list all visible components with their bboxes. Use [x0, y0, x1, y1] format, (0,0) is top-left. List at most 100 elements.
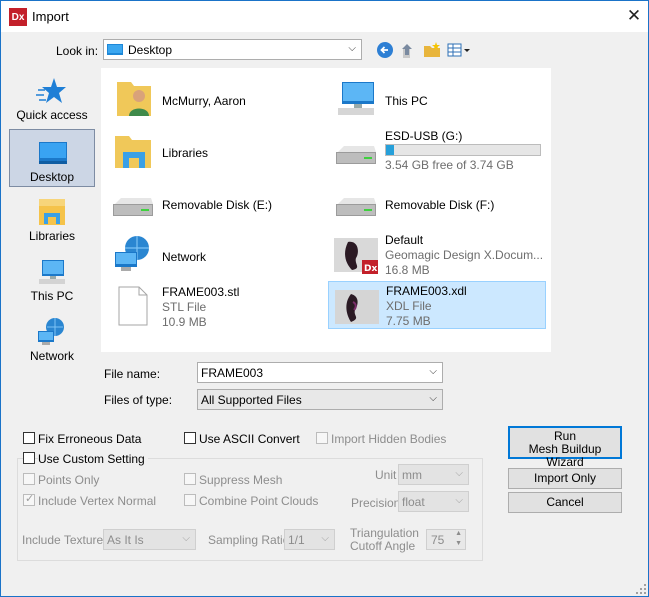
item-name: Removable Disk (E:): [162, 198, 273, 212]
precision-value: float: [402, 495, 425, 509]
chevron-down-icon[interactable]: ⌵: [429, 366, 437, 377]
fix-erroneous-checkbox[interactable]: [23, 432, 35, 444]
place-label: Network: [29, 349, 74, 363]
chevron-down-icon: ⌵: [348, 43, 356, 54]
fix-erroneous-label: Fix Erroneous Data: [38, 432, 142, 446]
list-item-libraries[interactable]: Libraries: [105, 126, 323, 174]
this-pc-icon: [338, 82, 374, 115]
libraries-icon: [115, 136, 151, 168]
import-hidden-label: Import Hidden Bodies: [331, 432, 447, 446]
item-name: Default: [385, 233, 424, 247]
place-libraries[interactable]: Libraries: [9, 189, 95, 247]
usb-drive-icon: [336, 146, 376, 164]
item-name: This PC: [385, 94, 428, 108]
title-bar: Dx Import ✕: [1, 1, 648, 32]
import-hidden-checkbox[interactable]: [316, 432, 328, 444]
suppress-mesh-label: Suppress Mesh: [199, 473, 283, 487]
look-in-value: Desktop: [128, 43, 173, 57]
include-texture-combo[interactable]: As It Is ⌵: [103, 529, 196, 550]
xdl-file-thumbnail-icon: [335, 290, 379, 324]
file-name-label: File name:: [104, 367, 161, 381]
points-only-label: Points Only: [38, 473, 100, 487]
checkmark-icon: ✓: [25, 493, 35, 505]
up-folder-icon[interactable]: [400, 41, 420, 59]
item-name: Network: [162, 250, 207, 264]
use-ascii-label: Use ASCII Convert: [199, 432, 300, 446]
look-in-label: Look in:: [56, 44, 99, 58]
place-label: Quick access: [16, 108, 88, 122]
place-label: This PC: [30, 289, 74, 303]
network-icon: [115, 236, 149, 271]
item-name: FRAME003.xdl: [386, 284, 467, 298]
list-item-this-pc[interactable]: This PC: [328, 74, 546, 122]
blank-file-icon: [118, 286, 148, 326]
place-network[interactable]: Network: [9, 309, 95, 367]
place-label: Desktop: [29, 170, 75, 184]
suppress-mesh-checkbox[interactable]: [184, 473, 196, 485]
item-name: Removable Disk (F:): [385, 198, 495, 212]
place-quick-access[interactable]: Quick access: [9, 68, 95, 126]
spin-down-icon[interactable]: ▼: [455, 540, 462, 547]
removable-disk-icon: [113, 198, 153, 216]
list-item-default[interactable]: Dx Default Geomagic Design X.Docum... 16…: [328, 230, 546, 278]
chevron-down-icon: ⌵: [455, 495, 463, 506]
list-item-mcmurry[interactable]: McMurry, Aaron: [105, 74, 323, 122]
use-ascii-checkbox[interactable]: [184, 432, 196, 444]
list-item-removable-f[interactable]: Removable Disk (F:): [328, 178, 546, 226]
list-item-network[interactable]: Network: [105, 230, 323, 278]
chevron-down-icon: ⌵: [321, 533, 329, 544]
back-icon[interactable]: [376, 41, 396, 59]
list-item-removable-e[interactable]: Removable Disk (E:): [105, 178, 323, 226]
item-name: Libraries: [162, 146, 209, 160]
item-name: McMurry, Aaron: [162, 94, 246, 108]
chevron-down-icon: ⌵: [182, 533, 190, 544]
include-texture-label: Include Texture: [22, 533, 104, 547]
place-this-pc[interactable]: This PC: [9, 249, 95, 307]
place-desktop[interactable]: Desktop: [9, 129, 95, 187]
look-in-combo[interactable]: Desktop ⌵: [103, 39, 362, 60]
import-only-button[interactable]: Import Only: [508, 468, 622, 489]
file-type-value: All Supported Files: [201, 393, 302, 407]
precision-combo[interactable]: float ⌵: [398, 491, 469, 512]
unit-combo[interactable]: mm ⌵: [398, 464, 469, 485]
combine-point-clouds-checkbox[interactable]: [184, 494, 196, 506]
desktop-icon: [39, 142, 67, 164]
cancel-button[interactable]: Cancel: [508, 492, 622, 513]
close-icon[interactable]: ✕: [623, 6, 645, 26]
sampling-ratio-value: 1/1: [288, 533, 305, 547]
use-custom-checkbox[interactable]: [23, 452, 35, 464]
sampling-ratio-combo[interactable]: 1/1 ⌵: [284, 529, 335, 550]
spin-up-icon[interactable]: ▲: [455, 530, 462, 537]
include-vertex-normal-checkbox[interactable]: ✓: [23, 493, 35, 506]
include-vertex-normal-label: Include Vertex Normal: [38, 494, 157, 508]
run-mesh-buildup-wizard-button[interactable]: Run Mesh Buildup Wizard: [508, 426, 622, 469]
file-list[interactable]: McMurry, Aaron This PC Libraries ESD-USB…: [101, 68, 551, 352]
list-item-esd-usb[interactable]: ESD-USB (G:) 3.54 GB free of 3.74 GB: [328, 126, 546, 174]
triangulation-value: 75: [431, 533, 445, 547]
quick-access-star-icon: [36, 78, 66, 103]
network-icon: [38, 318, 64, 345]
use-custom-label: Use Custom Setting: [38, 452, 148, 466]
drive-free-space: 3.54 GB free of 3.74 GB: [385, 158, 514, 172]
chevron-down-icon: ⌵: [429, 393, 437, 404]
removable-disk-icon: [336, 198, 376, 216]
combine-point-clouds-label: Combine Point Clouds: [199, 494, 319, 508]
file-type-combo[interactable]: All Supported Files ⌵: [197, 389, 443, 410]
item-type: STL File: [162, 300, 207, 314]
this-pc-icon: [39, 260, 65, 284]
list-item-frame003-xdl[interactable]: FRAME003.xdl XDL File 7.75 MB: [328, 281, 546, 329]
svg-text:Dx: Dx: [364, 264, 377, 274]
points-only-checkbox[interactable]: [23, 473, 35, 485]
design-file-thumbnail-icon: Dx: [334, 238, 378, 274]
item-size: 10.9 MB: [162, 315, 207, 329]
place-label: Libraries: [28, 229, 76, 243]
drive-usage-bar: [385, 144, 541, 156]
file-name-combo[interactable]: FRAME003 ⌵: [197, 362, 443, 383]
new-folder-icon[interactable]: [423, 41, 443, 59]
resize-grip-icon[interactable]: [635, 583, 647, 595]
triangulation-label-line2: Cutoff Angle: [350, 539, 416, 553]
list-item-frame003-stl[interactable]: FRAME003.stl STL File 10.9 MB: [105, 282, 323, 330]
include-texture-value: As It Is: [107, 533, 144, 547]
view-menu-icon[interactable]: [447, 41, 471, 59]
triangulation-spinner[interactable]: 75 ▲ ▼: [426, 529, 466, 550]
